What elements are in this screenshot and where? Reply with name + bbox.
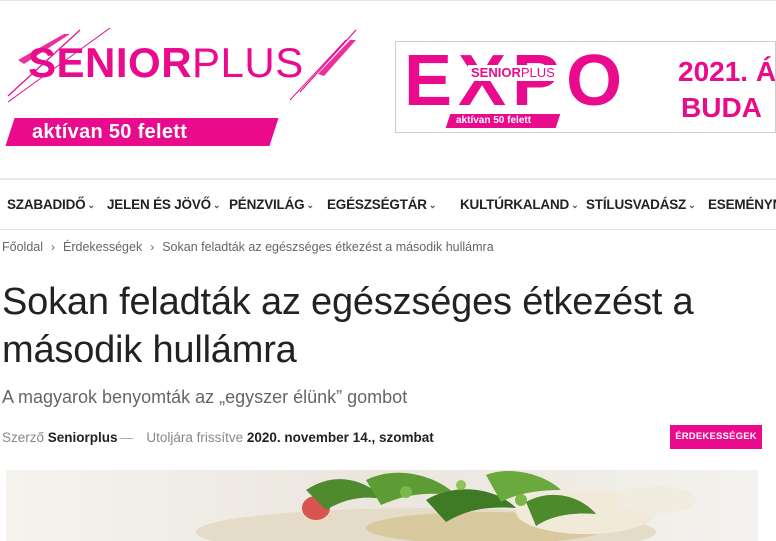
nav-item-label: EGÉSZSÉGTÁR: [327, 197, 427, 212]
nav-item-label: STÍLUSVADÁSZ: [586, 197, 687, 212]
chevron-right-icon: ›: [150, 240, 155, 254]
banner-expo-text: EXPO: [404, 41, 629, 121]
banner-city-text: BUDA: [681, 92, 762, 123]
banner-mini-logo-bold: SENIOR: [471, 65, 521, 80]
logo-tagline: aktívan 50 felett: [32, 121, 188, 143]
nav-item-szabadido[interactable]: SZABADIDŐ ⌄: [7, 197, 95, 212]
breadcrumb: Főoldal › Érdekességek › Sokan feladták az e…: [2, 240, 494, 254]
nav-item-label: PÉNZVILÁG: [229, 197, 305, 212]
logo-wordmark: SENIORPLUS: [28, 42, 304, 84]
banner-mini-logo-light: PLUS: [520, 65, 555, 80]
nav-item-jelen-es-jovo[interactable]: JELEN ÉS JÖVŐ ⌄: [107, 197, 220, 212]
nav-item-penzvilag[interactable]: PÉNZVILÁG ⌄: [229, 197, 314, 212]
chevron-down-icon: ⌄: [688, 200, 696, 210]
article-hero-image: [6, 470, 758, 541]
nav-item-label: ESEMÉNYN: [708, 197, 776, 212]
updated-prefix: Utoljára frissítve: [146, 430, 244, 445]
chevron-down-icon: ⌄: [306, 200, 314, 210]
breadcrumb-home-link[interactable]: Főoldal: [2, 240, 43, 254]
author-prefix: Szerző: [2, 430, 45, 445]
logo-word-bold: SENIOR: [28, 39, 193, 86]
chevron-down-icon: ⌄: [212, 200, 221, 210]
category-badge[interactable]: ÉRDEKESSÉGEK: [670, 425, 762, 449]
nav-item-label: KULTÚRKALAND: [460, 197, 570, 212]
logo-word-light: PLUS: [192, 39, 304, 86]
chevron-down-icon: ⌄: [428, 200, 437, 210]
article-subtitle: A magyarok benyomták az „egyszer élünk” …: [2, 387, 408, 407]
banner-mini-logo: SENIORPLUS: [468, 65, 558, 81]
nav-item-kulturkaland[interactable]: KULTÚRKALAND ⌄: [460, 197, 579, 212]
site-logo[interactable]: SENIORPLUS aktívan 50 felett: [0, 22, 370, 152]
expo-banner[interactable]: EXPO SENIORPLUS aktívan 50 felett 2021. …: [395, 41, 776, 133]
banner-mini-tagline: aktívan 50 felett: [456, 115, 532, 126]
article-title: Sokan feladták az egészséges étkezést a …: [2, 281, 694, 371]
nav-bottom-border: [0, 229, 776, 230]
article-meta: Szerző Seniorplus — Utoljára frissítve 20…: [2, 430, 434, 445]
hero-food-illustration: [6, 470, 758, 541]
chevron-down-icon: ⌄: [571, 200, 579, 210]
nav-item-label: SZABADIDŐ: [7, 197, 86, 212]
nav-item-stilusvadasz[interactable]: STÍLUSVADÁSZ ⌄: [586, 197, 696, 212]
nav-item-esemenyn[interactable]: ESEMÉNYN: [708, 197, 776, 212]
author-link[interactable]: Seniorplus: [48, 430, 118, 445]
nav-item-egeszsegtar[interactable]: EGÉSZSÉGTÁR ⌄: [327, 197, 436, 212]
article-date: 2020. november 14., szombat: [246, 430, 434, 445]
meta-dash: —: [119, 430, 134, 445]
breadcrumb-current: Sokan feladták az egészséges étkezést a …: [162, 240, 494, 254]
breadcrumb-category-link[interactable]: Érdekességek: [63, 240, 142, 254]
main-nav: SZABADIDŐ ⌄ JELEN ÉS JÖVŐ ⌄ PÉNZVILÁG ⌄ EGÉ…: [0, 180, 776, 230]
chevron-down-icon: ⌄: [87, 200, 95, 210]
chevron-right-icon: ›: [51, 240, 55, 254]
banner-year-text: 2021. Á: [678, 56, 776, 87]
top-divider: [0, 0, 776, 1]
nav-item-label: JELEN ÉS JÖVŐ: [107, 197, 211, 212]
